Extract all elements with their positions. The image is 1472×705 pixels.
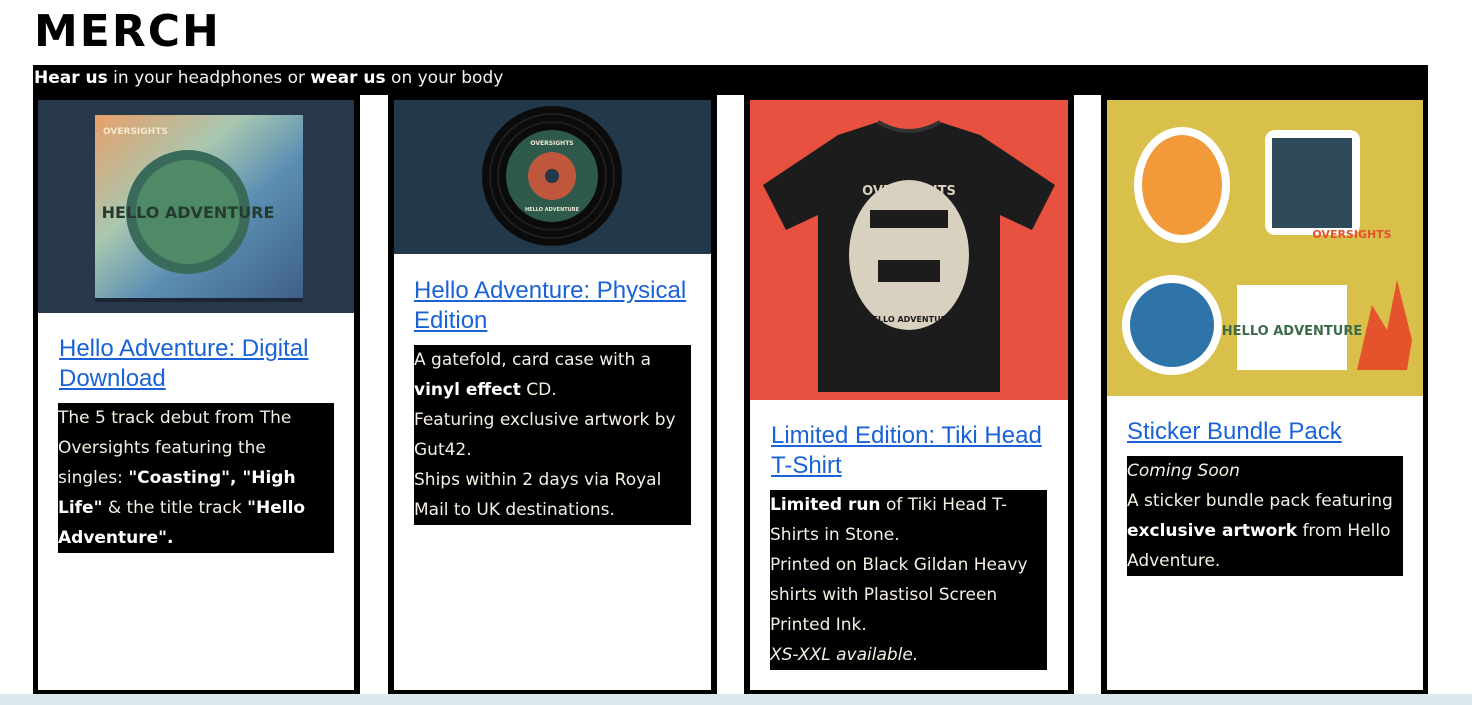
desc-text: Printed on Black Gildan Heavy shirts wit…	[770, 555, 1028, 635]
merch-card-tshirt: OVERSIGHTS HELLO ADVENTURE Limited Editi…	[750, 100, 1068, 690]
merch-card-digital: OVERSIGHTS HELLO ADVENTURE Hello Adventu…	[38, 100, 354, 690]
cd-image[interactable]: OVERSIGHTS HELLO ADVENTURE	[394, 100, 711, 254]
art-brand-text: OVERSIGHTS	[530, 140, 573, 147]
art-title-text: HELLO ADVENTURE	[1222, 324, 1362, 339]
tagline-text-2: on your body	[385, 68, 504, 88]
sticker-image[interactable]: OVERSIGHTS HELLO ADVENTURE	[1107, 100, 1423, 396]
card-description: The 5 track debut from The Oversights fe…	[58, 403, 334, 553]
tagline: Hear us in your headphones or wear us on…	[34, 68, 503, 88]
desc-text: A sticker bundle pack featuring	[1127, 491, 1393, 511]
card-title-link[interactable]: Hello Adventure: Digital Download	[59, 334, 344, 394]
card-gap	[717, 95, 744, 694]
card-description: Coming Soon A sticker bundle pack featuri…	[1127, 456, 1403, 576]
art-title-text: HELLO ADVENTURE	[866, 315, 952, 324]
desc-bold: exclusive artwork	[1127, 521, 1298, 541]
card-gap	[1074, 95, 1101, 694]
merch-section: Hear us in your headphones or wear us on…	[33, 65, 1428, 694]
page-bottom-bar	[0, 694, 1472, 705]
card-title-link[interactable]: Limited Edition: Tiki Head T-Shirt	[771, 421, 1056, 481]
desc-bold: Limited run	[770, 495, 881, 515]
desc-bold: vinyl effect	[414, 380, 521, 400]
merch-card-physical: OVERSIGHTS HELLO ADVENTURE Hello Adventu…	[394, 100, 711, 690]
tagline-bold-1: Hear us	[34, 68, 108, 88]
card-title-link[interactable]: Sticker Bundle Pack	[1127, 417, 1412, 447]
card-gap	[360, 95, 388, 694]
merch-card-stickers: OVERSIGHTS HELLO ADVENTURE Sticker Bundl…	[1107, 100, 1423, 690]
tshirt-image[interactable]: OVERSIGHTS HELLO ADVENTURE	[750, 100, 1068, 400]
desc-text: & the title track	[102, 498, 248, 518]
card-description: A gatefold, card case with a vinyl effec…	[414, 345, 691, 525]
art-brand-text: OVERSIGHTS	[862, 184, 956, 199]
desc-italic: Coming Soon	[1127, 461, 1240, 481]
desc-italic: XS-XXL available.	[770, 645, 919, 665]
art-title-text: HELLO ADVENTURE	[102, 203, 275, 222]
desc-text: A gatefold, card case with a	[414, 350, 652, 370]
art-brand-text: OVERSIGHTS	[103, 127, 168, 137]
desc-text: Ships within 2 days via Royal Mail to UK…	[414, 470, 662, 520]
desc-text: CD.	[520, 380, 557, 400]
desc-text: Featuring exclusive artwork by Gut42.	[414, 410, 676, 460]
page-title: MERCH	[34, 6, 221, 57]
tagline-text-1: in your headphones or	[107, 68, 311, 88]
card-description: Limited run of Tiki Head T-Shirts in Sto…	[770, 490, 1047, 670]
card-title-link[interactable]: Hello Adventure: Physical Edition	[414, 276, 699, 336]
art-brand-text: OVERSIGHTS	[1312, 228, 1391, 241]
tagline-bold-2: wear us	[310, 68, 386, 88]
art-title-text: HELLO ADVENTURE	[525, 207, 580, 213]
album-cover-image[interactable]: OVERSIGHTS HELLO ADVENTURE	[38, 100, 354, 313]
